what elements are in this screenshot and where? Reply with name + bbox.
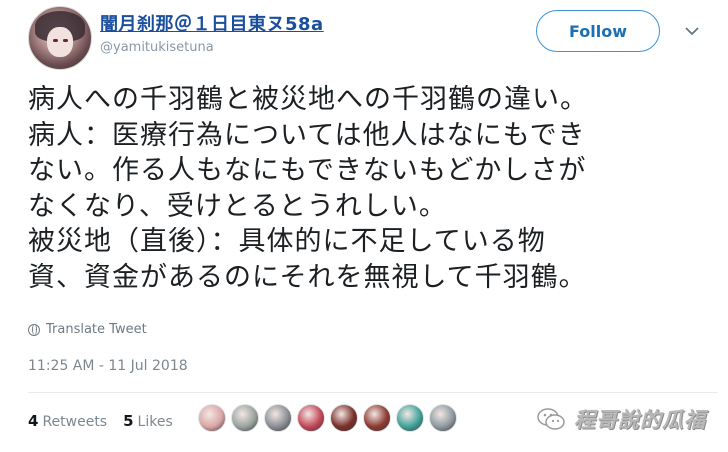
liker-avatar[interactable] [429, 404, 457, 432]
user-display-name[interactable]: 闇月刹那＠１日目東ヌ58a [100, 10, 324, 36]
liker-avatar[interactable] [264, 404, 292, 432]
tweet-card: 闇月刹那＠１日目東ヌ58a @yamitukisetuna Follow 病人へ… [0, 0, 728, 452]
wechat-logo-icon [536, 406, 566, 432]
tweet-timestamp[interactable]: 11:25 AM - 11 Jul 2018 [28, 358, 188, 374]
retweets-count: 4 [28, 412, 39, 430]
liker-avatar[interactable] [330, 404, 358, 432]
liker-avatar[interactable] [297, 404, 325, 432]
liker-avatar[interactable] [231, 404, 259, 432]
chevron-down-icon[interactable] [683, 22, 701, 40]
liker-avatar[interactable] [396, 404, 424, 432]
liker-avatar[interactable] [363, 404, 391, 432]
user-handle: @yamitukisetuna [100, 40, 214, 55]
likes-label: Likes [137, 414, 173, 430]
liker-avatars [198, 404, 457, 432]
avatar-face [47, 27, 73, 57]
retweets-stat[interactable]: 4 Retweets [28, 412, 107, 430]
likes-stat[interactable]: 5 Likes [123, 412, 173, 430]
watermark-text: 程哥說的瓜福 [574, 408, 706, 432]
watermark: 程哥說的瓜福 [536, 404, 706, 434]
avatar-eye [53, 39, 58, 42]
divider [28, 392, 718, 393]
user-avatar[interactable] [28, 6, 92, 70]
retweets-label: Retweets [42, 414, 108, 430]
follow-button[interactable]: Follow [536, 10, 660, 52]
translate-tweet-link[interactable]: Translate Tweet [28, 322, 147, 337]
likes-count: 5 [123, 412, 134, 430]
globe-icon [28, 323, 40, 336]
tweet-text: 病人への千羽鶴と被災地への千羽鶴の違い。 病人：医療行為については他人はなにもで… [28, 84, 588, 293]
liker-avatar[interactable] [198, 404, 226, 432]
translate-label: Translate Tweet [46, 322, 147, 337]
avatar-eye [63, 39, 68, 42]
tweet-stats: 4 Retweets 5 Likes [28, 412, 173, 430]
